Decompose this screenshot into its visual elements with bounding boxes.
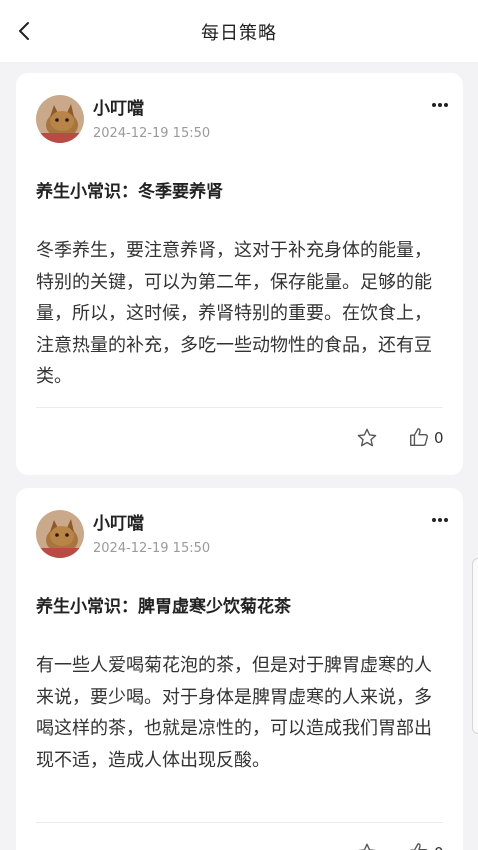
- more-dots-icon[interactable]: [431, 516, 449, 524]
- post-body: 有一些人爱喝菊花泡的茶，但是对于脾胃虚寒的人来说，要少喝。对于身体是脾胃虚寒的人…: [36, 655, 432, 771]
- post-timestamp: 2024-12-19 15:50: [93, 541, 211, 556]
- like-count: 0: [434, 844, 444, 850]
- divider: [36, 822, 443, 823]
- like-count: 0: [434, 429, 444, 447]
- author-name: 小叮噹: [93, 99, 144, 119]
- thumbs-up-icon[interactable]: [408, 426, 430, 448]
- author-name: 小叮噹: [93, 514, 144, 534]
- more-dots-icon[interactable]: [431, 101, 449, 109]
- avatar[interactable]: [36, 95, 84, 143]
- page-title: 每日策略: [201, 23, 277, 44]
- star-icon[interactable]: [356, 427, 378, 449]
- post-timestamp: 2024-12-19 15:50: [93, 126, 211, 141]
- side-drawer-handle[interactable]: [472, 558, 478, 734]
- divider: [36, 407, 443, 408]
- thumbs-up-icon[interactable]: [408, 841, 430, 850]
- star-icon[interactable]: [356, 842, 378, 850]
- post-card[interactable]: 小叮噹 2024-12-19 15:50 养生小常识：冬季要养肾 冬季养生，要注…: [16, 73, 463, 475]
- post-card[interactable]: 小叮噹 2024-12-19 15:50 养生小常识：脾胃虚寒少饮菊花茶 有一些…: [16, 488, 463, 850]
- post-body: 冬季养生，要注意养肾，这对于补充身体的能量，特别的关键，可以为第二年，保存能量。…: [36, 240, 432, 387]
- avatar[interactable]: [36, 510, 84, 558]
- post-title: 养生小常识：冬季要养肾: [36, 182, 223, 202]
- post-title: 养生小常识：脾胃虚寒少饮菊花茶: [36, 597, 291, 617]
- top-bar: 每日策略: [0, 0, 478, 62]
